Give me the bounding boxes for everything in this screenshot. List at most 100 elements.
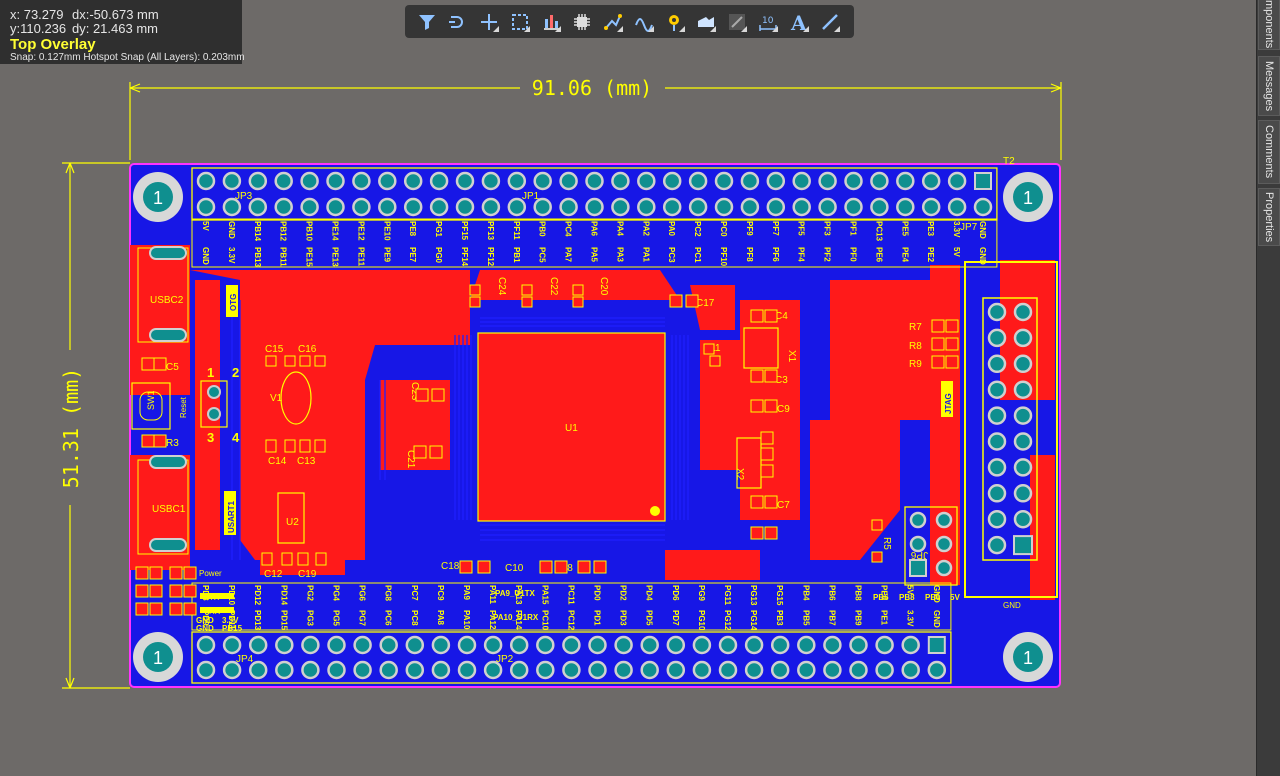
jp5-pin-pad[interactable] xyxy=(1013,328,1033,348)
header-pin-pad[interactable] xyxy=(301,635,320,655)
jp5-pin-pad[interactable] xyxy=(987,380,1007,399)
header-pin-pad[interactable] xyxy=(196,171,216,191)
jp5-pin-pad[interactable] xyxy=(1013,354,1033,374)
header-pin-pad[interactable] xyxy=(588,635,607,655)
header-pin-pad[interactable] xyxy=(740,171,760,191)
smd-pad[interactable] xyxy=(703,343,715,355)
jp6-pin-pad[interactable] xyxy=(935,511,953,529)
header-pin-pad[interactable] xyxy=(823,635,842,655)
line-icon[interactable] xyxy=(814,6,845,37)
header-pin-pad[interactable] xyxy=(974,172,992,190)
jp5-pin-pad[interactable] xyxy=(987,458,1007,477)
jp5-pin-pad[interactable] xyxy=(1013,535,1033,556)
header-pin-pad[interactable] xyxy=(662,197,682,217)
header-pin-pad[interactable] xyxy=(403,171,423,191)
jp6-pin-pad[interactable] xyxy=(909,511,927,529)
smd-pad[interactable] xyxy=(764,526,778,540)
header-pin-pad[interactable] xyxy=(770,660,790,680)
jp5-pin-pad[interactable] xyxy=(1013,458,1033,477)
via-icon[interactable] xyxy=(659,6,690,37)
smd-pad[interactable] xyxy=(169,584,183,598)
tab-properties[interactable]: Properties xyxy=(1258,188,1280,246)
header-pin-pad[interactable] xyxy=(744,635,764,655)
jp5-pin-pad[interactable] xyxy=(1013,380,1033,399)
jp5-pin-pad[interactable] xyxy=(987,432,1007,451)
header-pin-pad[interactable] xyxy=(457,635,477,655)
header-pin-pad[interactable] xyxy=(896,171,915,191)
jp5-pin-pad[interactable] xyxy=(987,354,1007,374)
smd-pad[interactable] xyxy=(183,584,197,598)
header-pin-pad[interactable] xyxy=(301,660,320,680)
smd-pad[interactable] xyxy=(261,552,273,566)
header-pin-pad[interactable] xyxy=(844,197,863,217)
header-pin-pad[interactable] xyxy=(196,660,216,680)
smd-pad[interactable] xyxy=(169,566,183,580)
header-pin-pad[interactable] xyxy=(455,197,475,217)
header-pin-pad[interactable] xyxy=(588,660,607,680)
smd-pad[interactable] xyxy=(750,526,764,540)
jp5-pin-pad[interactable] xyxy=(1013,432,1033,451)
jp6-pin-pad[interactable] xyxy=(909,559,927,577)
smd-pad[interactable] xyxy=(750,309,764,323)
header-pin-pad[interactable] xyxy=(740,197,760,217)
header-pin-pad[interactable] xyxy=(585,171,604,191)
header-pin-pad[interactable] xyxy=(481,197,501,217)
header-pin-pad[interactable] xyxy=(718,660,738,680)
header-pin-pad[interactable] xyxy=(797,635,816,655)
jp5-pin-pad[interactable] xyxy=(1013,484,1033,503)
header-pin-pad[interactable] xyxy=(875,635,894,655)
header-pin-pad[interactable] xyxy=(429,171,449,191)
smd-pad[interactable] xyxy=(709,355,721,367)
header-pin-pad[interactable] xyxy=(818,197,837,217)
jp5-pin-pad[interactable] xyxy=(987,535,1007,555)
smd-pad[interactable] xyxy=(764,369,778,383)
smd-pad[interactable] xyxy=(521,296,533,308)
header-pin-pad[interactable] xyxy=(352,197,371,217)
header-pin-pad[interactable] xyxy=(536,635,555,655)
header-pin-pad[interactable] xyxy=(718,635,738,655)
smd-pad[interactable] xyxy=(149,602,163,616)
smd-pad[interactable] xyxy=(169,602,183,616)
header-pin-pad[interactable] xyxy=(614,635,633,655)
header-pin-pad[interactable] xyxy=(481,171,501,191)
header-pin-pad[interactable] xyxy=(947,171,967,191)
header-pin-pad[interactable] xyxy=(896,197,915,217)
header-pin-pad[interactable] xyxy=(640,660,659,680)
header-pin-pad[interactable] xyxy=(507,171,527,191)
smd-pad[interactable] xyxy=(945,319,959,333)
smd-pad[interactable] xyxy=(871,551,883,563)
header-pin-pad[interactable] xyxy=(248,171,268,191)
component-icon[interactable] xyxy=(566,6,597,37)
header-pin-pad[interactable] xyxy=(327,635,346,655)
header-pin-pad[interactable] xyxy=(509,660,529,680)
smd-pad[interactable] xyxy=(760,447,774,461)
header-pin-pad[interactable] xyxy=(666,660,686,680)
smd-pad[interactable] xyxy=(477,560,491,574)
header-pin-pad[interactable] xyxy=(921,171,941,191)
smd-pad[interactable] xyxy=(141,434,155,448)
header-pin-pad[interactable] xyxy=(248,635,268,655)
header-pin-pad[interactable] xyxy=(844,171,863,191)
smd-pad[interactable] xyxy=(153,357,167,371)
header-pin-pad[interactable] xyxy=(379,635,398,655)
smd-pad[interactable] xyxy=(415,388,429,402)
header-pin-pad[interactable] xyxy=(901,635,920,655)
smd-pad[interactable] xyxy=(314,355,326,367)
header-pin-pad[interactable] xyxy=(875,660,894,680)
header-pin-pad[interactable] xyxy=(714,171,734,191)
smd-pad[interactable] xyxy=(135,566,149,580)
smd-pad[interactable] xyxy=(764,495,778,509)
header-pin-pad[interactable] xyxy=(559,197,578,217)
header-pin-pad[interactable] xyxy=(818,171,837,191)
header-pin-pad[interactable] xyxy=(921,197,941,217)
header-pin-pad[interactable] xyxy=(692,635,712,655)
tab-components[interactable]: mponents xyxy=(1258,0,1280,50)
header-pin-pad[interactable] xyxy=(688,197,708,217)
smd-pad[interactable] xyxy=(764,309,778,323)
filter-icon[interactable] xyxy=(411,6,442,37)
smd-pad[interactable] xyxy=(945,337,959,351)
smd-pad[interactable] xyxy=(413,445,427,459)
smd-pad[interactable] xyxy=(931,319,945,333)
smd-pad[interactable] xyxy=(141,357,155,371)
header-pin-pad[interactable] xyxy=(614,660,633,680)
